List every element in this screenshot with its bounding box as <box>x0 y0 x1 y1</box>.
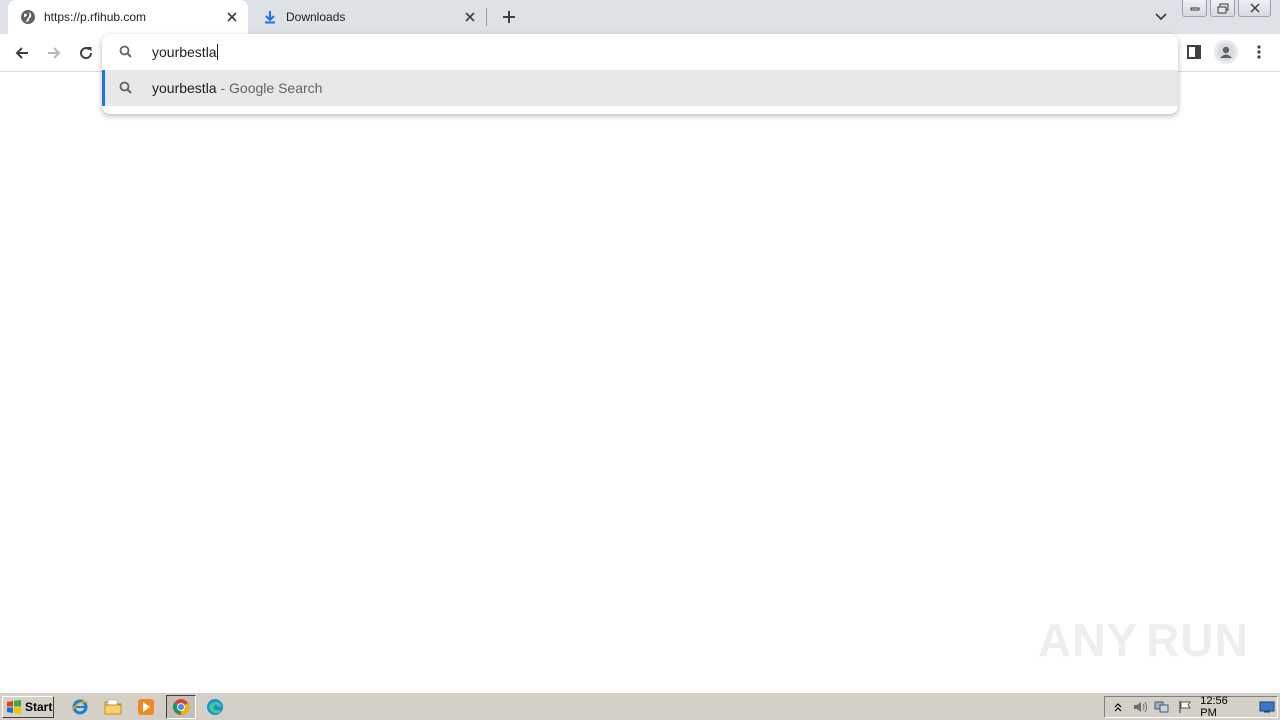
show-desktop-icon[interactable] <box>1258 699 1277 715</box>
search-icon <box>119 45 132 58</box>
tab-title: Downloads <box>286 10 346 24</box>
windows-taskbar: Start 12:56 PM <box>0 692 1280 720</box>
tab-strip: https://p.rfihub.com Downloads <box>0 0 1280 34</box>
kebab-menu-icon <box>1257 45 1261 59</box>
watermark-right-text: RUN <box>1146 614 1249 666</box>
chrome-icon[interactable] <box>166 695 196 719</box>
side-panel-icon <box>1187 45 1201 59</box>
browser-menu-button[interactable] <box>1250 42 1268 62</box>
tab-title: https://p.rfihub.com <box>44 10 147 24</box>
back-button[interactable] <box>9 40 35 66</box>
tab-downloads[interactable]: Downloads <box>250 0 486 34</box>
account-icon <box>1217 43 1235 61</box>
start-label: Start <box>25 700 53 714</box>
close-window-button[interactable] <box>1238 0 1271 17</box>
plus-icon <box>503 11 515 23</box>
close-tab-icon[interactable] <box>462 9 478 25</box>
tab-separator <box>486 8 487 26</box>
address-input-text[interactable]: yourbestla <box>152 44 218 60</box>
ie-icon[interactable] <box>70 697 90 717</box>
restore-button[interactable] <box>1210 0 1236 17</box>
arrow-left-icon <box>15 47 28 59</box>
globe-icon <box>20 9 36 25</box>
windows-logo-icon <box>7 700 21 714</box>
address-bar[interactable]: yourbestla <box>102 34 1178 70</box>
profile-button[interactable] <box>1214 40 1238 64</box>
volume-icon[interactable] <box>1130 699 1149 715</box>
network-icon[interactable] <box>1153 699 1172 715</box>
side-panel-button[interactable] <box>1184 42 1204 62</box>
tab-search-button[interactable] <box>1150 6 1172 28</box>
forward-button[interactable] <box>41 40 67 66</box>
minimize-button[interactable] <box>1182 0 1208 17</box>
reload-button[interactable] <box>73 40 99 66</box>
reload-icon <box>80 47 93 60</box>
page-content <box>0 73 1280 692</box>
chevron-down-icon <box>1155 13 1167 21</box>
action-center-flag-icon[interactable] <box>1175 699 1194 715</box>
show-hidden-icons-icon[interactable] <box>1108 699 1127 715</box>
text-caret <box>216 44 218 60</box>
tab-rfihub[interactable]: https://p.rfihub.com <box>8 0 248 34</box>
media-player-icon[interactable] <box>136 697 156 717</box>
new-tab-button[interactable] <box>498 6 520 28</box>
folder-icon[interactable] <box>103 697 123 717</box>
close-tab-icon[interactable] <box>224 9 240 25</box>
taskbar-clock[interactable]: 12:56 PM <box>1200 695 1245 719</box>
edge-icon[interactable] <box>205 697 225 717</box>
system-tray: 12:56 PM <box>1104 695 1278 719</box>
anyrun-watermark: ANY RUN <box>1038 608 1248 672</box>
window-controls <box>1182 0 1274 18</box>
browser-window: https://p.rfihub.com Downloads yourbestl… <box>0 0 1280 720</box>
close-icon <box>1250 3 1260 13</box>
arrow-right-icon <box>48 47 61 59</box>
watermark-left-text: ANY <box>1038 614 1139 666</box>
address-input-value: yourbestla <box>152 44 217 60</box>
minimize-icon <box>1190 7 1200 11</box>
download-icon <box>262 9 278 25</box>
start-button[interactable]: Start <box>2 696 54 718</box>
restore-icon <box>1217 3 1229 13</box>
